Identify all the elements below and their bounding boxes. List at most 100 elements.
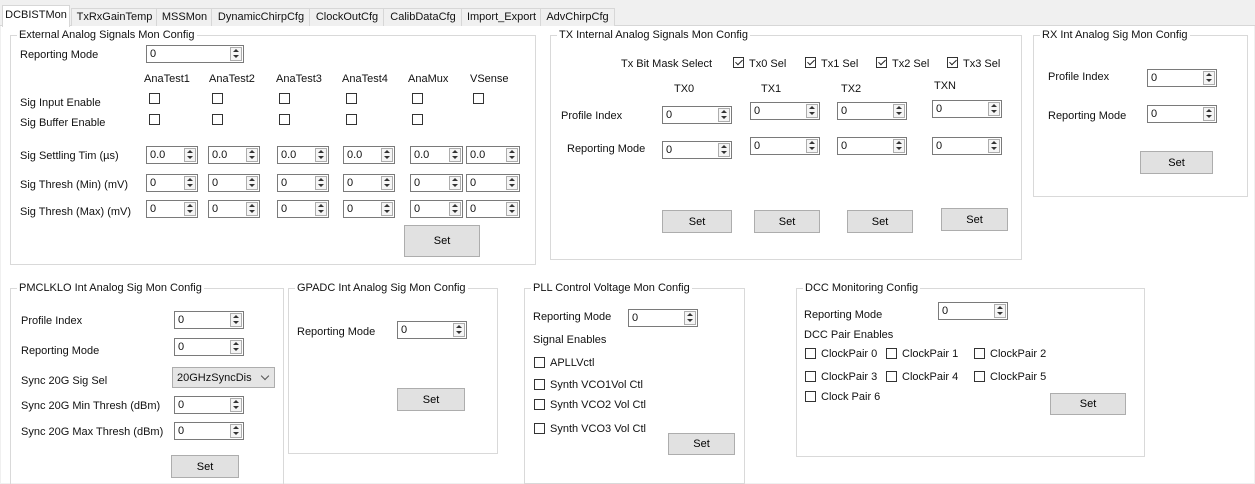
pmclklo-reporting-mode-spinner[interactable]: 0 [174, 338, 244, 356]
spinner-arrows-icon[interactable] [449, 176, 461, 190]
thresh-min-vsense-spinner[interactable]: 0 [466, 174, 520, 192]
sig-input-enable-anatest1-checkbox[interactable] [149, 93, 160, 104]
thresh-min-anatest1-spinner[interactable]: 0 [146, 174, 198, 192]
settling-anatest4-spinner[interactable]: 0.0 [343, 146, 395, 164]
txn-set-button[interactable]: Set [941, 208, 1008, 231]
clockpair-5-checkbox[interactable] [974, 371, 985, 382]
spinner-arrows-icon[interactable] [184, 202, 196, 216]
spinner-arrows-icon[interactable] [1203, 107, 1215, 121]
spinner-arrows-icon[interactable] [718, 108, 730, 122]
rx-profile-index-spinner[interactable]: 0 [1147, 69, 1217, 87]
dcc-set-button[interactable]: Set [1050, 393, 1126, 415]
pll-reporting-mode-spinner[interactable]: 0 [628, 309, 698, 327]
tx1-reporting-mode-spinner[interactable]: 0 [750, 137, 820, 155]
spinner-arrows-icon[interactable] [381, 202, 393, 216]
tx0-sel-checkbox[interactable] [733, 57, 744, 68]
dcc-reporting-mode-spinner[interactable]: 0 [938, 302, 1008, 320]
tx0-set-button[interactable]: Set [662, 210, 732, 233]
tab-advchirpcfg[interactable]: AdvChirpCfg [540, 8, 615, 26]
spinner-arrows-icon[interactable] [230, 47, 242, 61]
rx-reporting-mode-spinner[interactable]: 0 [1147, 105, 1217, 123]
spinner-arrows-icon[interactable] [381, 148, 393, 162]
clockpair-2-checkbox[interactable] [974, 348, 985, 359]
spinner-arrows-icon[interactable] [893, 139, 905, 153]
ext-set-button[interactable]: Set [404, 225, 480, 257]
sig-buffer-enable-anatest4-checkbox[interactable] [346, 114, 357, 125]
spinner-arrows-icon[interactable] [246, 148, 258, 162]
tx1-sel-checkbox[interactable] [805, 57, 816, 68]
spinner-arrows-icon[interactable] [1203, 71, 1215, 85]
sig-buffer-enable-anamux-checkbox[interactable] [412, 114, 423, 125]
tx2-profile-index-spinner[interactable]: 0 [837, 102, 907, 120]
gpadc-set-button[interactable]: Set [397, 388, 465, 411]
sig-input-enable-anatest3-checkbox[interactable] [279, 93, 290, 104]
thresh-min-anatest2-spinner[interactable]: 0 [208, 174, 260, 192]
sig-input-enable-anatest4-checkbox[interactable] [346, 93, 357, 104]
thresh-min-anatest4-spinner[interactable]: 0 [343, 174, 395, 192]
sig-input-enable-anamux-checkbox[interactable] [412, 93, 423, 104]
pmclklo-profile-index-spinner[interactable]: 0 [174, 311, 244, 329]
spinner-arrows-icon[interactable] [506, 202, 518, 216]
sig-buffer-enable-anatest3-checkbox[interactable] [279, 114, 290, 125]
spinner-arrows-icon[interactable] [230, 398, 242, 412]
reporting-mode-spinner[interactable]: 0 [146, 45, 244, 63]
spinner-arrows-icon[interactable] [230, 340, 242, 354]
clockpair-1-checkbox[interactable] [886, 348, 897, 359]
spinner-arrows-icon[interactable] [315, 148, 327, 162]
clockpair-4-checkbox[interactable] [886, 371, 897, 382]
spinner-arrows-icon[interactable] [994, 304, 1006, 318]
sig-buffer-enable-anatest2-checkbox[interactable] [212, 114, 223, 125]
thresh-min-anamux-spinner[interactable]: 0 [410, 174, 463, 192]
synth-vco1-checkbox[interactable] [534, 379, 545, 390]
txn-reporting-mode-spinner[interactable]: 0 [932, 137, 1002, 155]
tab-mssmon[interactable]: MSSMon [156, 8, 213, 26]
spinner-arrows-icon[interactable] [506, 176, 518, 190]
gpadc-reporting-mode-spinner[interactable]: 0 [397, 321, 467, 339]
thresh-min-anatest3-spinner[interactable]: 0 [277, 174, 329, 192]
clockpair-6-checkbox[interactable] [805, 391, 816, 402]
tx1-set-button[interactable]: Set [754, 210, 820, 233]
pll-set-button[interactable]: Set [668, 433, 735, 455]
settling-vsense-spinner[interactable]: 0.0 [466, 146, 520, 164]
tx2-reporting-mode-spinner[interactable]: 0 [837, 137, 907, 155]
spinner-arrows-icon[interactable] [806, 139, 818, 153]
txn-profile-index-spinner[interactable]: 0 [932, 100, 1002, 118]
spinner-arrows-icon[interactable] [718, 143, 730, 157]
tx0-reporting-mode-spinner[interactable]: 0 [662, 141, 732, 159]
spinner-arrows-icon[interactable] [893, 104, 905, 118]
tx2-sel-checkbox[interactable] [876, 57, 887, 68]
spinner-arrows-icon[interactable] [184, 176, 196, 190]
spinner-arrows-icon[interactable] [453, 323, 465, 337]
tab-calibdatacfg[interactable]: CalibDataCfg [383, 8, 463, 26]
apllvctl-checkbox[interactable] [534, 357, 545, 368]
synth-vco3-checkbox[interactable] [534, 423, 545, 434]
spinner-arrows-icon[interactable] [988, 102, 1000, 116]
spinner-arrows-icon[interactable] [246, 202, 258, 216]
tab-import-export[interactable]: Import_Export [461, 8, 542, 26]
tx2-set-button[interactable]: Set [847, 210, 913, 233]
settling-anamux-spinner[interactable]: 0.0 [410, 146, 463, 164]
sync-20g-max-thresh-spinner[interactable]: 0 [174, 422, 244, 440]
spinner-arrows-icon[interactable] [684, 311, 696, 325]
spinner-arrows-icon[interactable] [806, 104, 818, 118]
spinner-arrows-icon[interactable] [184, 148, 196, 162]
thresh-max-anatest4-spinner[interactable]: 0 [343, 200, 395, 218]
sig-input-enable-vsense-checkbox[interactable] [473, 93, 484, 104]
thresh-max-vsense-spinner[interactable]: 0 [466, 200, 520, 218]
spinner-arrows-icon[interactable] [246, 176, 258, 190]
sync-20g-min-thresh-spinner[interactable]: 0 [174, 396, 244, 414]
spinner-arrows-icon[interactable] [315, 202, 327, 216]
thresh-max-anatest1-spinner[interactable]: 0 [146, 200, 198, 218]
spinner-arrows-icon[interactable] [230, 313, 242, 327]
sig-buffer-enable-anatest1-checkbox[interactable] [149, 114, 160, 125]
spinner-arrows-icon[interactable] [315, 176, 327, 190]
tab-clockoutcfg[interactable]: ClockOutCfg [309, 8, 385, 26]
rx-set-button[interactable]: Set [1140, 151, 1213, 174]
thresh-max-anatest2-spinner[interactable]: 0 [208, 200, 260, 218]
tx0-profile-index-spinner[interactable]: 0 [662, 106, 732, 124]
clockpair-3-checkbox[interactable] [805, 371, 816, 382]
sig-input-enable-anatest2-checkbox[interactable] [212, 93, 223, 104]
spinner-arrows-icon[interactable] [449, 148, 461, 162]
spinner-arrows-icon[interactable] [381, 176, 393, 190]
spinner-arrows-icon[interactable] [449, 202, 461, 216]
